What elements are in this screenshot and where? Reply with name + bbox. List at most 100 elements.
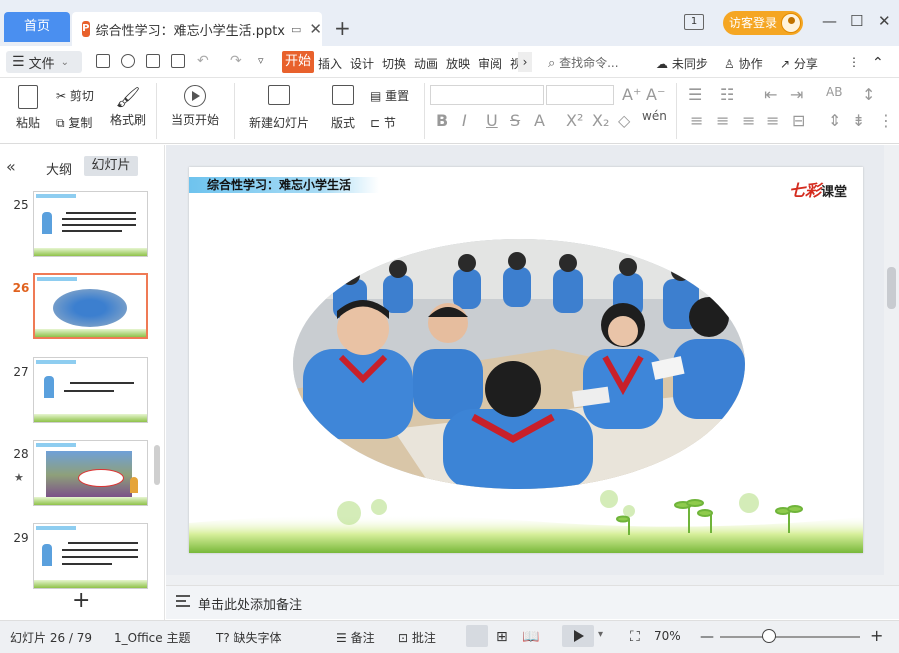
tab-slideshow[interactable]: 放映 <box>446 55 470 72</box>
theme-name[interactable]: 1_Office 主题 <box>114 629 190 646</box>
paragraph-spacing-icon[interactable]: ⇟ <box>852 111 865 130</box>
print-icon[interactable] <box>146 54 160 68</box>
phonetic-guide-icon[interactable]: wén <box>642 109 667 123</box>
increase-font-icon[interactable]: A⁺ <box>622 85 641 104</box>
export-icon[interactable] <box>121 54 135 68</box>
layout-button[interactable]: 版式 <box>326 85 360 131</box>
reset-button[interactable]: ▤ 重置 <box>370 87 409 104</box>
missing-font-button[interactable]: T? 缺失字体 <box>216 629 282 646</box>
superscript-icon[interactable]: X² <box>566 111 583 130</box>
undo-icon[interactable]: ↶ <box>197 53 209 69</box>
distribute-icon[interactable]: ⊟ <box>792 111 805 130</box>
monitor-icon[interactable]: ▭ <box>291 23 301 36</box>
tab-slides[interactable]: 幻灯片 <box>84 156 138 176</box>
zoom-slider-handle[interactable] <box>762 629 776 643</box>
customize-toolbar-icon[interactable]: ▿ <box>258 54 264 67</box>
collapse-panel-icon[interactable]: « <box>6 157 16 176</box>
tab-review[interactable]: 审阅 <box>478 55 502 72</box>
notes-placeholder[interactable]: 单击此处添加备注 <box>198 594 302 613</box>
slide-thumbnail-27[interactable] <box>33 357 148 423</box>
slide-sorter-icon[interactable]: ⊞ <box>496 629 508 645</box>
tab-home[interactable]: 首页 <box>4 12 70 42</box>
maximize-button[interactable]: ☐ <box>850 12 863 30</box>
numbered-list-icon[interactable]: ☷ <box>720 85 734 104</box>
copy-button[interactable]: ⧉ 复制 <box>56 114 92 131</box>
close-tab-icon[interactable]: ✕ <box>309 20 322 38</box>
tab-home-ribbon[interactable]: 开始 <box>282 51 314 73</box>
tab-outline[interactable]: 大纲 <box>46 159 72 178</box>
classroom-photo[interactable] <box>293 239 745 489</box>
slide-canvas[interactable]: 综合性学习：难忘小学生活 七彩课堂 <box>189 167 863 553</box>
format-painter-button[interactable]: 🖌 格式刷 <box>108 85 148 128</box>
underline-icon[interactable]: U <box>486 111 498 130</box>
align-center-icon[interactable]: ≡ <box>716 111 729 130</box>
italic-icon[interactable]: I <box>462 111 467 130</box>
redo-icon[interactable]: ↷ <box>230 53 242 69</box>
play-slideshow-button[interactable] <box>562 625 594 647</box>
canvas-horizontal-scrollbar[interactable] <box>166 575 899 585</box>
zoom-in-button[interactable]: + <box>870 626 883 645</box>
share-button[interactable]: ↗ 分享 <box>780 55 818 72</box>
guest-login-button[interactable]: 访客登录 <box>723 11 803 35</box>
tab-document[interactable]: P 综合性学习：难忘小学生活.pptx ▭ ✕ <box>72 12 322 46</box>
comments-button[interactable]: ⊡ 批注 <box>398 629 436 646</box>
font-color-icon[interactable]: A <box>534 111 545 130</box>
normal-view-icon[interactable] <box>466 625 488 647</box>
collaborate-button[interactable]: ♙ 协作 <box>724 55 763 72</box>
text-direction-icon[interactable]: AB <box>826 85 842 99</box>
slide-thumbnail-26[interactable] <box>33 273 148 339</box>
print-preview-icon[interactable] <box>171 54 185 68</box>
slide-thumbnail-25[interactable] <box>33 191 148 257</box>
zoom-slider[interactable] <box>720 636 860 638</box>
notes-pane[interactable]: 单击此处添加备注 <box>166 585 899 619</box>
window-count-icon[interactable]: 1 <box>684 14 704 30</box>
notes-toggle-button[interactable]: ☰ 备注 <box>336 629 375 646</box>
minimize-button[interactable]: — <box>822 12 837 30</box>
more-paragraph-icon[interactable]: ⋮ <box>878 111 894 130</box>
line-spacing-icon[interactable]: ⇕ <box>828 111 841 130</box>
decrease-font-icon[interactable]: A⁻ <box>646 85 665 104</box>
collapse-ribbon-icon[interactable]: ⌃ <box>872 55 884 71</box>
bold-icon[interactable]: B <box>436 111 448 130</box>
search-command-input[interactable]: ⌕ 查找命令... <box>548 54 619 71</box>
thumbnail-scrollbar[interactable] <box>154 445 160 485</box>
canvas-vertical-scrollbar[interactable] <box>884 145 899 575</box>
reading-view-icon[interactable]: 📖 <box>522 629 539 645</box>
fit-window-icon[interactable]: ⛶ <box>630 629 640 645</box>
sort-icon[interactable]: ↕ <box>862 85 875 104</box>
bullet-list-icon[interactable]: ☰ <box>688 85 702 104</box>
strikethrough-icon[interactable]: S <box>510 111 520 130</box>
tab-transition[interactable]: 切换 <box>382 55 406 72</box>
font-size-select[interactable] <box>546 85 614 105</box>
font-family-select[interactable] <box>430 85 544 105</box>
zoom-level[interactable]: 70% <box>654 629 681 643</box>
sync-status-button[interactable]: ☁ 未同步 <box>656 55 708 72</box>
tab-design[interactable]: 设计 <box>350 55 374 72</box>
tab-insert[interactable]: 插入 <box>318 55 342 72</box>
subscript-icon[interactable]: X₂ <box>592 111 609 130</box>
file-menu-button[interactable]: ☰ 文件 ⌄ <box>6 51 82 73</box>
eraser-icon[interactable]: ◇ <box>618 111 630 130</box>
play-from-current-button[interactable]: 当页开始 <box>166 85 224 128</box>
new-slide-button[interactable]: 新建幻灯片 <box>244 85 314 131</box>
zoom-out-button[interactable]: — <box>700 629 714 645</box>
decrease-indent-icon[interactable]: ⇤ <box>764 85 777 104</box>
increase-indent-icon[interactable]: ⇥ <box>790 85 803 104</box>
new-tab-button[interactable]: + <box>334 16 351 40</box>
save-icon[interactable] <box>96 54 110 68</box>
align-left-icon[interactable]: ≡ <box>690 111 703 130</box>
section-button[interactable]: ⊏ 节 <box>370 114 396 131</box>
slide-thumbnail-28[interactable] <box>33 440 148 506</box>
cut-button[interactable]: ✂ 剪切 <box>56 87 94 104</box>
more-options-icon[interactable]: ⋮ <box>848 55 860 69</box>
more-tabs-icon[interactable]: › <box>518 52 532 72</box>
align-right-icon[interactable]: ≡ <box>742 111 755 130</box>
close-window-button[interactable]: ✕ <box>878 12 891 30</box>
play-options-icon[interactable]: ▾ <box>598 629 603 640</box>
scrollbar-thumb[interactable] <box>887 267 896 309</box>
paste-button[interactable]: 粘贴 <box>10 85 46 131</box>
slide-thumbnail-29[interactable] <box>33 523 148 589</box>
justify-icon[interactable]: ≡ <box>766 111 779 130</box>
tab-animation[interactable]: 动画 <box>414 55 438 72</box>
add-slide-button[interactable]: + <box>72 588 90 613</box>
